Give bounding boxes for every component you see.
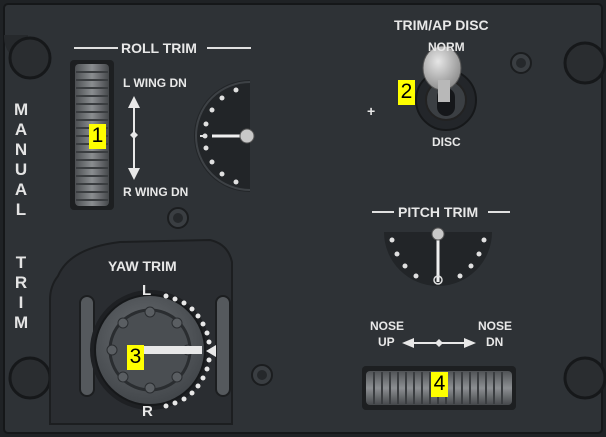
- nose-up-label-top: NOSE: [370, 319, 405, 333]
- panel-title-letter: L: [15, 200, 27, 219]
- screw-icon: [167, 207, 189, 229]
- nose-up-label-bottom: UP: [378, 335, 395, 349]
- screw-icon: [510, 52, 532, 74]
- pitch-direction-arrow-icon: [402, 338, 476, 348]
- callout-2: 2: [398, 80, 415, 105]
- panel-title-letter: N: [14, 140, 28, 159]
- pitch-trim-title: PITCH TRIM: [398, 204, 479, 220]
- mount-screw-bottom-right: [563, 356, 606, 400]
- panel-title-letter: M: [14, 100, 29, 119]
- callout-3: 3: [127, 345, 144, 370]
- yaw-left-label: L: [142, 282, 152, 299]
- yaw-trim-title: YAW TRIM: [108, 258, 177, 274]
- yaw-right-label: R: [142, 403, 153, 420]
- divider: [372, 211, 394, 213]
- nose-dn-label-top: NOSE: [478, 319, 513, 333]
- switch-disc-label: DISC: [432, 135, 461, 149]
- mount-screw-bottom-left: [8, 356, 52, 400]
- divider: [207, 47, 251, 49]
- panel-title-letter: T: [15, 253, 27, 272]
- panel-title-letter: M: [14, 313, 29, 332]
- roll-up-label: L WING DN: [123, 76, 187, 90]
- panel-title-letter: A: [14, 180, 28, 199]
- callout-1: 1: [89, 124, 106, 149]
- plus-mark: +: [367, 103, 376, 119]
- manual-trim-panel: [0, 0, 606, 437]
- roll-trim-title: ROLL TRIM: [121, 40, 197, 56]
- callout-4: 4: [431, 372, 448, 397]
- divider: [488, 211, 510, 213]
- trim-ap-disc-title: TRIM/AP DISC: [394, 17, 489, 33]
- mount-screw-top-right: [563, 41, 606, 85]
- switch-norm-label: NORM: [428, 40, 465, 54]
- divider: [74, 47, 118, 49]
- panel-title-letter: R: [14, 273, 28, 292]
- roll-down-label: R WING DN: [123, 185, 189, 199]
- panel-title-letter: A: [14, 120, 28, 139]
- screw-icon: [251, 364, 273, 386]
- panel-title-letter: I: [18, 293, 24, 312]
- nose-dn-label-bottom: DN: [486, 335, 504, 349]
- panel-title-letter: U: [14, 160, 28, 179]
